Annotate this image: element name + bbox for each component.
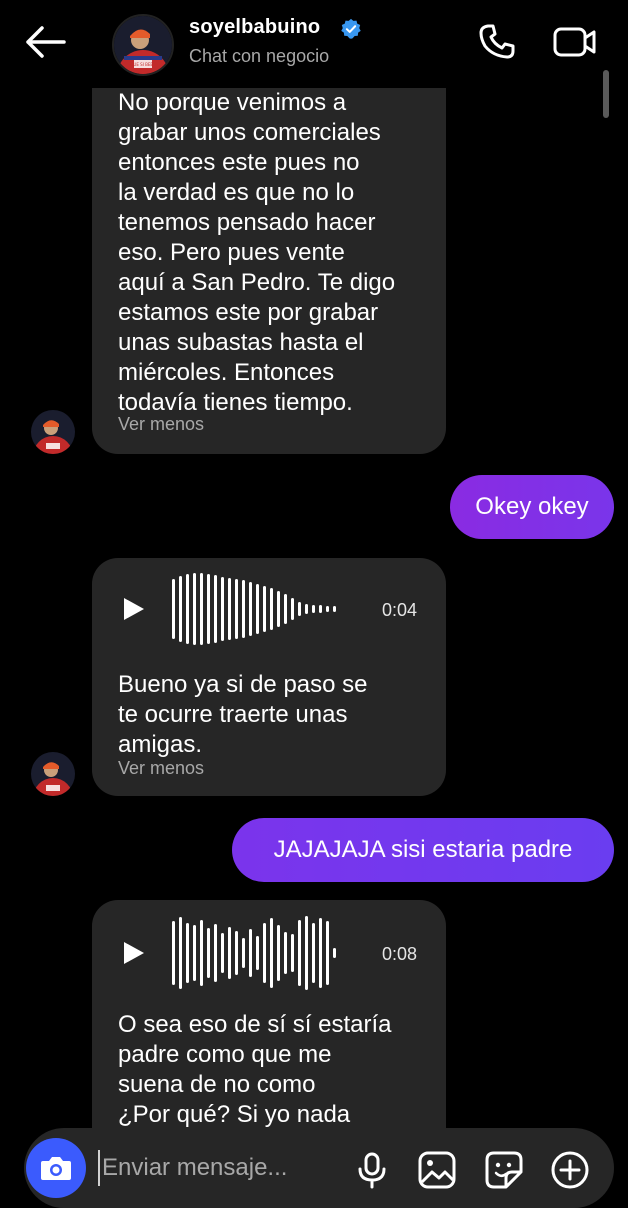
- message-text: Okey okey: [475, 493, 589, 520]
- sender-avatar[interactable]: [31, 410, 75, 454]
- message-input[interactable]: [98, 1150, 334, 1186]
- video-call-button[interactable]: [552, 22, 598, 62]
- chat-subtitle: Chat con negocio: [189, 46, 330, 66]
- header-avatar[interactable]: QUE SI BEBE: [112, 14, 174, 76]
- voice-record-button[interactable]: [352, 1150, 392, 1190]
- incoming-message-bubble[interactable]: No porque venimos a grabar unos comercia…: [92, 60, 446, 454]
- camera-button[interactable]: [26, 1138, 86, 1198]
- message-composer: [24, 1128, 614, 1208]
- plus-circle-icon: [551, 1151, 589, 1189]
- sticker-icon: [485, 1151, 523, 1189]
- audio-call-button[interactable]: [477, 22, 517, 62]
- chat-header: QUE SI BEBE soyelbabuino Chat con negoci…: [0, 0, 628, 88]
- see-less-link[interactable]: Ver menos: [118, 414, 204, 435]
- voice-transcript: O sea eso de sí sí estaría padre como qu…: [118, 1011, 392, 1128]
- outgoing-message-bubble[interactable]: Okey okey: [450, 475, 614, 539]
- voice-transcript: Bueno ya si de paso se te ocurre traerte…: [118, 671, 368, 758]
- sticker-button[interactable]: [484, 1150, 524, 1190]
- see-less-link[interactable]: Ver menos: [118, 758, 204, 779]
- scrollbar[interactable]: [603, 70, 609, 118]
- avatar-image: [31, 752, 75, 796]
- audio-duration: 0:08: [382, 944, 418, 964]
- back-button[interactable]: [22, 22, 68, 62]
- avatar-image: QUE SI BEBE: [114, 16, 172, 74]
- incoming-voice-message[interactable]: 0:04 Bueno ya si de paso se te ocurre tr…: [92, 558, 446, 796]
- image-icon: [418, 1151, 456, 1189]
- audio-waveform[interactable]: [172, 572, 336, 646]
- gallery-button[interactable]: [417, 1150, 457, 1190]
- chat-username[interactable]: soyelbabuino: [189, 16, 320, 39]
- verified-badge-icon: [341, 18, 361, 39]
- message-text: No porque venimos a grabar unos comercia…: [118, 89, 396, 416]
- microphone-icon: [358, 1152, 386, 1189]
- video-camera-icon: [553, 27, 596, 57]
- phone-icon: [479, 24, 515, 59]
- play-icon[interactable]: [120, 596, 146, 622]
- arrow-left-icon: [26, 26, 66, 58]
- sender-avatar[interactable]: [31, 752, 75, 796]
- add-button[interactable]: [550, 1150, 590, 1190]
- audio-duration: 0:04: [382, 600, 418, 620]
- camera-icon: [41, 1157, 71, 1180]
- message-text: JAJAJAJA sisi estaria padre: [273, 836, 573, 863]
- play-icon[interactable]: [120, 940, 146, 966]
- svg-text:QUE SI BEBE: QUE SI BEBE: [130, 62, 156, 67]
- avatar-image: [31, 410, 75, 454]
- outgoing-message-bubble[interactable]: JAJAJAJA sisi estaria padre: [232, 818, 614, 882]
- audio-waveform[interactable]: [172, 914, 336, 992]
